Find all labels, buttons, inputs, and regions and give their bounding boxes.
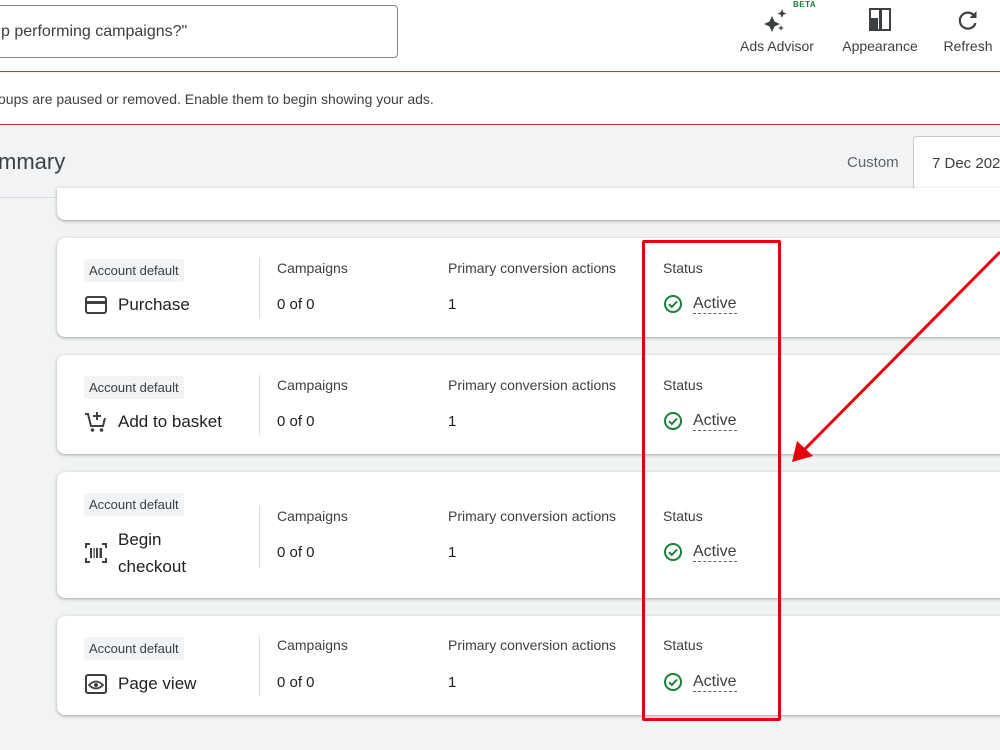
annotation-arrow [792,250,1000,462]
